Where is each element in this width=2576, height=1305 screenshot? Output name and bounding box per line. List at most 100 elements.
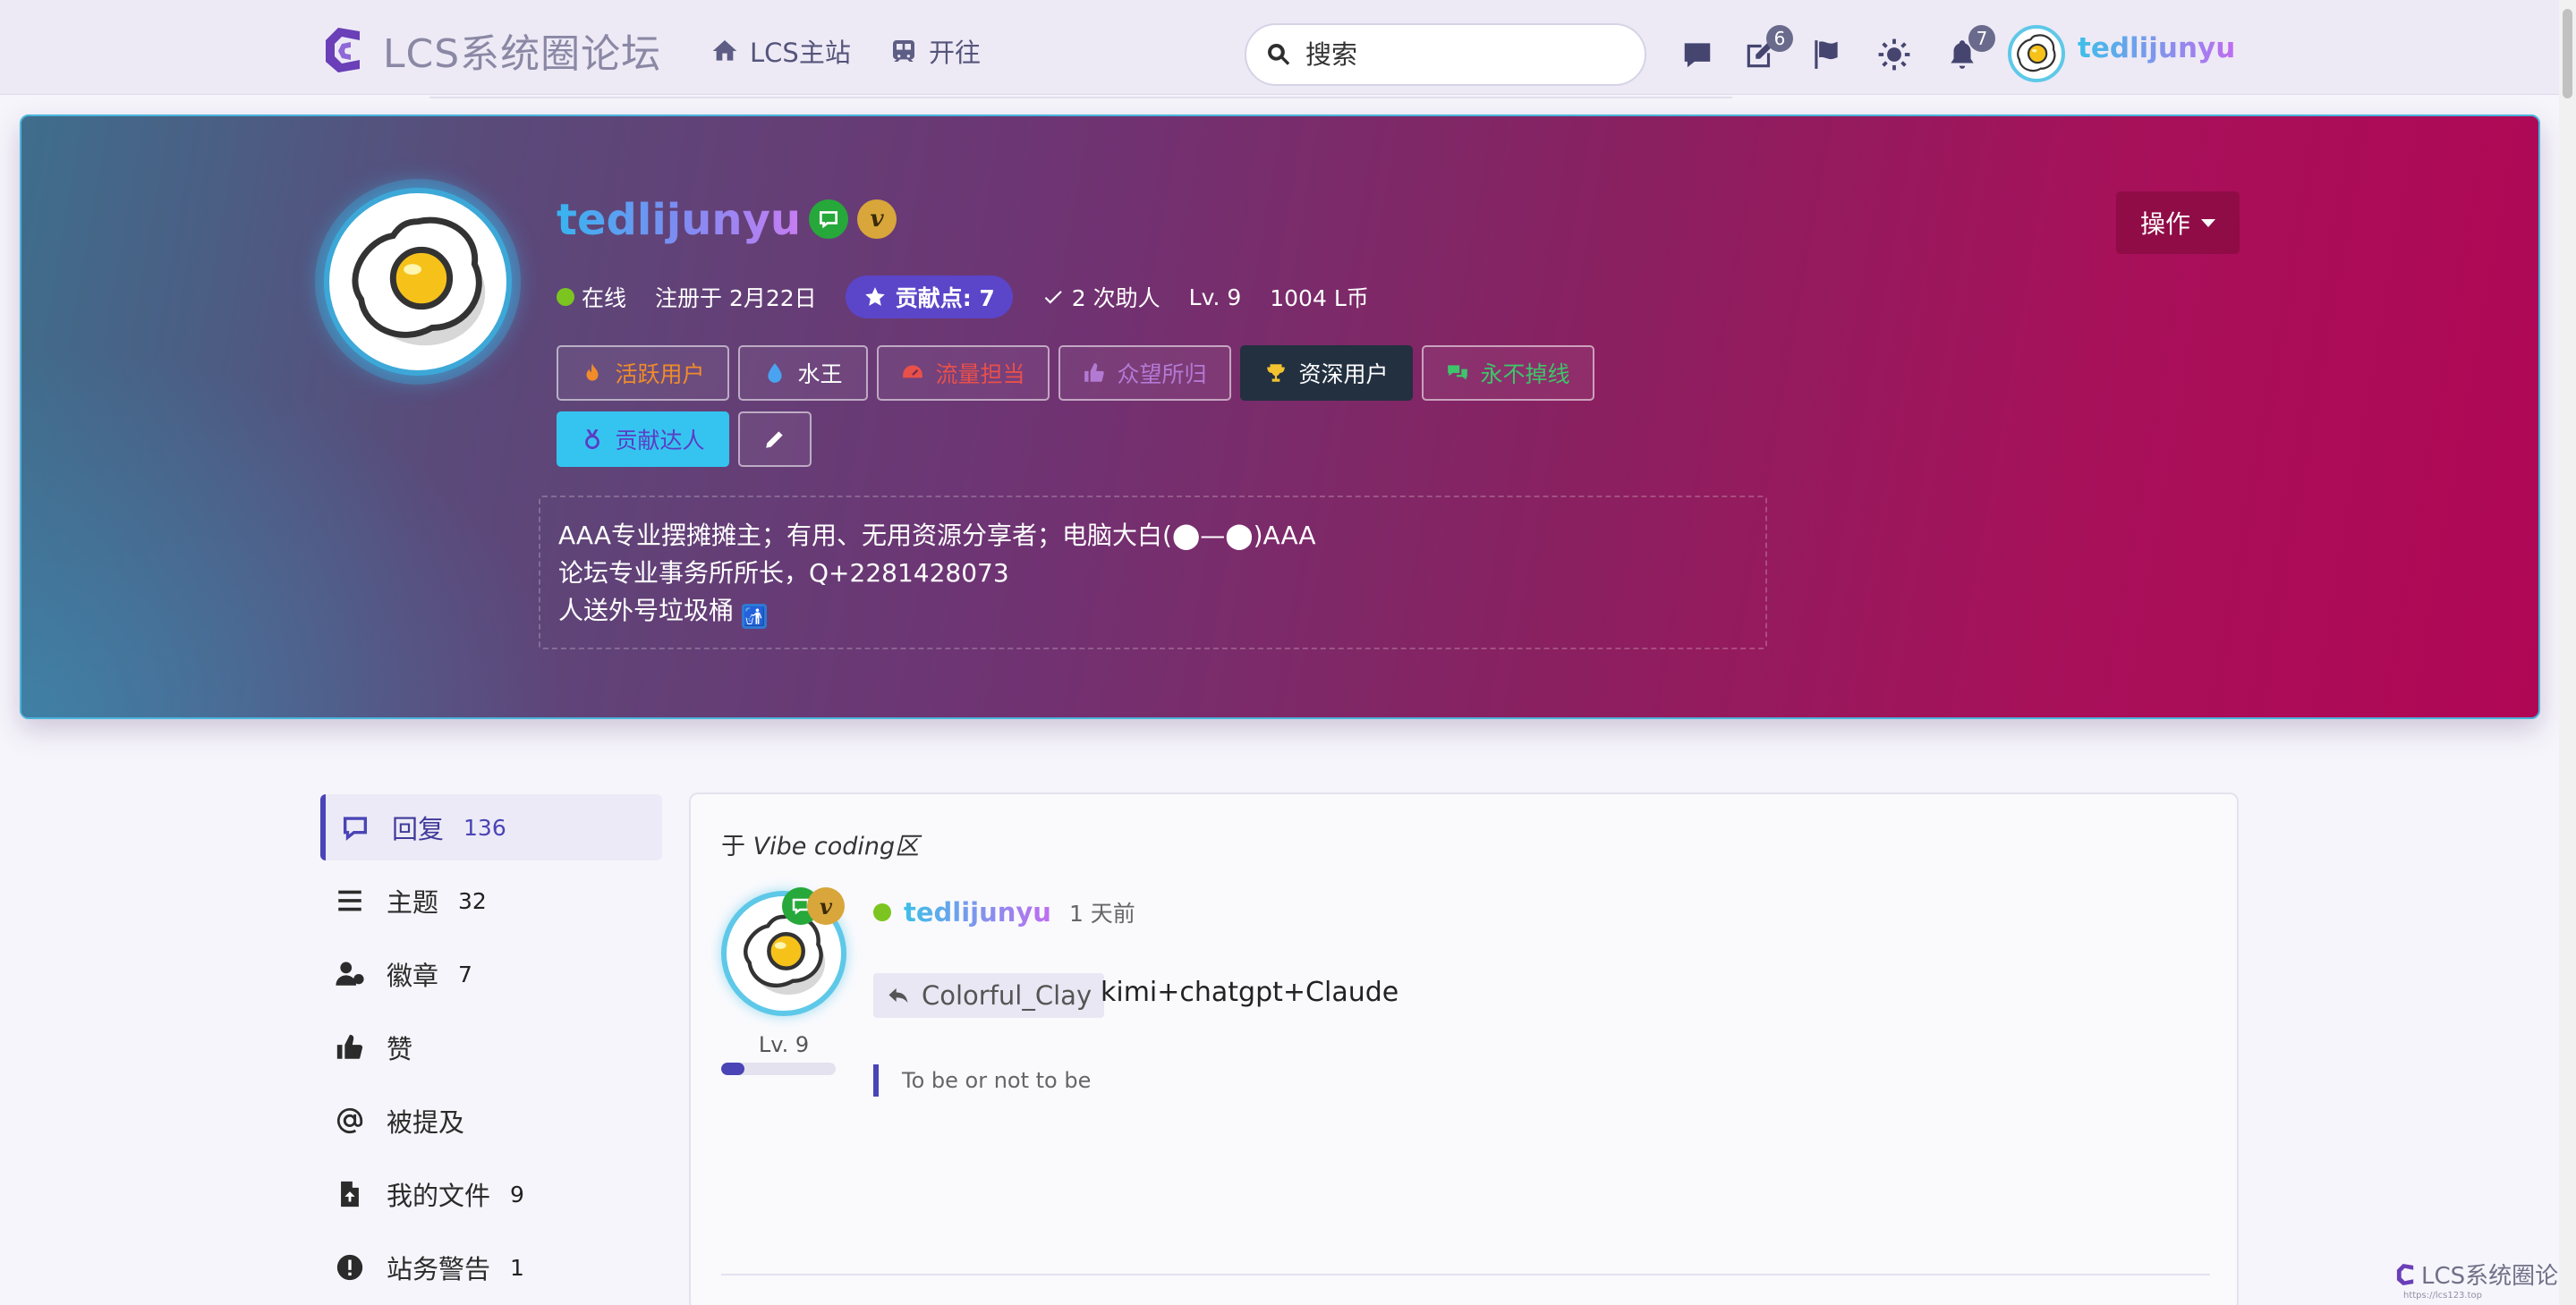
post-divider [721, 1274, 2210, 1275]
bio-line: AAA专业摆摊摊主；有用、无用资源分享者；电脑大白(⬤—⬤)AAA [558, 521, 1316, 550]
home-icon [712, 40, 737, 61]
post-author-name[interactable]: tedlijunyu [904, 897, 1051, 928]
gauge-icon [903, 365, 923, 378]
post-author-line: tedlijunyu 1 天前 [873, 896, 1135, 928]
reply-arrow-icon [888, 987, 908, 1004]
sidebar-item-count: 32 [458, 887, 487, 914]
online-status-label: 在线 [582, 285, 627, 311]
vip-badge-icon[interactable]: v [857, 199, 897, 239]
post-timestamp[interactable]: 1 天前 [1069, 896, 1135, 928]
bio-line-text: 人送外号垃圾桶 [558, 596, 735, 625]
edit-badges-button[interactable] [738, 411, 812, 467]
sidebar-item-label: 赞 [387, 1034, 413, 1064]
coin-balance: 1004 L币 [1270, 285, 1369, 311]
contribution-points[interactable]: 贡献点: 7 [845, 275, 1013, 318]
site-title[interactable]: LCS系统圈论坛 [383, 21, 661, 79]
train-icon [893, 40, 914, 62]
post-category-link[interactable]: Vibe coding区 [753, 833, 920, 860]
sidebar-item-label: 回复 [392, 814, 445, 844]
bio-line: 人送外号垃圾桶 🚮 [558, 592, 1747, 630]
chat-badge-icon[interactable] [809, 199, 848, 239]
nav-home-label: LCS主站 [750, 38, 851, 68]
badge-senior-user[interactable]: 资深用户 [1240, 345, 1413, 401]
sidebar-item-mentions[interactable]: 被提及 [320, 1088, 662, 1154]
vip-badge-icon[interactable]: v [807, 887, 845, 925]
sidebar-item-topics[interactable]: 主题 32 [320, 868, 662, 934]
header-drafts-button[interactable]: 6 [1743, 25, 1793, 72]
online-dot-icon [873, 903, 891, 921]
actions-dropdown-button[interactable]: 操作 [2116, 191, 2240, 254]
egg-avatar-icon [352, 216, 486, 346]
page-scrollbar[interactable] [2559, 0, 2576, 1305]
trophy-icon [1267, 364, 1286, 382]
check-icon [1044, 291, 1062, 304]
sidebar-item-count: 136 [463, 814, 506, 841]
helped-count: 2 次助人 [1041, 281, 1160, 313]
post-category-context: 于 Vibe coding区 [721, 826, 919, 861]
badge-traffic-star[interactable]: 流量担当 [877, 345, 1050, 401]
post-card: 于 Vibe coding区 v Lv. 9 tedlijunyu 1 天前 C… [689, 792, 2239, 1305]
header-user-avatar[interactable] [2008, 25, 2065, 82]
header-notifications-button[interactable]: 7 [1945, 25, 1995, 72]
user-badge-icon [336, 962, 364, 986]
header-flags-button[interactable] [1809, 38, 1843, 72]
profile-username: tedlijunyu [557, 195, 802, 245]
header-username[interactable]: tedlijunyu [2078, 32, 2235, 64]
flag-icon [1815, 40, 1838, 69]
chat-icon [1684, 43, 1711, 68]
list-icon [338, 890, 361, 911]
sidebar-item-likes[interactable]: 赞 [320, 1014, 662, 1080]
nav-home[interactable]: LCS主站 [710, 32, 851, 70]
footer-url: https://lcs123.top [2403, 1291, 2482, 1301]
badge-water-king[interactable]: 水王 [738, 345, 868, 401]
post-author-level: Lv. 9 [758, 1032, 810, 1057]
sidebar-item-files[interactable]: 我的文件 9 [320, 1161, 662, 1227]
top-navbar: LCS系统圈论坛 LCS主站 开往 6 7 tedlijunyu [0, 0, 2576, 98]
header-theme-button[interactable] [1877, 38, 1911, 72]
badge-label: 众望所归 [1117, 361, 1207, 387]
sidebar-item-count: 1 [510, 1254, 524, 1281]
profile-avatar[interactable] [324, 188, 512, 376]
level-progress-bar [721, 1063, 836, 1075]
medal-icon [585, 429, 600, 450]
reply-icon [343, 817, 368, 841]
badge-popular[interactable]: 众望所归 [1058, 345, 1231, 401]
at-icon [336, 1107, 363, 1134]
sidebar-item-label: 徽章 [387, 961, 439, 991]
reply-to-chip[interactable]: Colorful_Clay [873, 973, 1105, 1018]
contribution-label: 贡献点: 7 [895, 285, 995, 311]
file-upload-icon [341, 1181, 359, 1208]
footer-watermark: LCS系统圈论坛 [2394, 1258, 2576, 1291]
profile-bio: AAA专业摆摊摊主；有用、无用资源分享者；电脑大白(⬤—⬤)AAA 论坛专业事务… [539, 496, 1767, 649]
search-box[interactable] [1245, 23, 1646, 86]
sidebar-item-label: 主题 [387, 887, 439, 918]
scrollbar-thumb[interactable] [2563, 9, 2572, 98]
badge-active-user[interactable]: 活跃用户 [557, 345, 729, 401]
reply-to-username: Colorful_Clay [922, 980, 1092, 1011]
badge-label: 活跃用户 [615, 361, 705, 387]
badge-contributor[interactable]: 贡献达人 [557, 411, 729, 467]
sidebar-item-warnings[interactable]: 站务警告 1 [320, 1234, 662, 1301]
badge-label: 流量担当 [935, 361, 1025, 387]
online-dot-icon [557, 288, 574, 306]
egg-avatar-icon [2017, 34, 2056, 72]
user-level: Lv. 9 [1188, 284, 1242, 310]
site-logo-icon [2396, 1263, 2414, 1285]
header-chat-button[interactable] [1680, 38, 1714, 72]
theme-icon [1878, 38, 1910, 71]
search-icon [1268, 43, 1290, 65]
fire-icon [586, 363, 599, 381]
bio-line: 论坛专业事务所所长，Q+2281428073 [558, 558, 1009, 588]
site-logo[interactable] [320, 24, 369, 76]
sidebar-item-replies[interactable]: 回复 136 [320, 794, 662, 860]
badge-always-online[interactable]: 永不掉线 [1422, 345, 1594, 401]
badge-label: 水王 [797, 361, 843, 387]
trash-icon: 🚮 [741, 604, 767, 629]
nav-travel[interactable]: 开往 [889, 32, 981, 70]
sidebar-item-label: 被提及 [387, 1107, 465, 1138]
notifications-count-badge: 7 [1968, 25, 1995, 52]
sidebar-item-badges[interactable]: 徽章 7 [320, 941, 662, 1007]
cover-glow [21, 342, 576, 717]
sidebar-item-label: 我的文件 [387, 1181, 491, 1211]
search-input[interactable] [1305, 39, 1628, 70]
